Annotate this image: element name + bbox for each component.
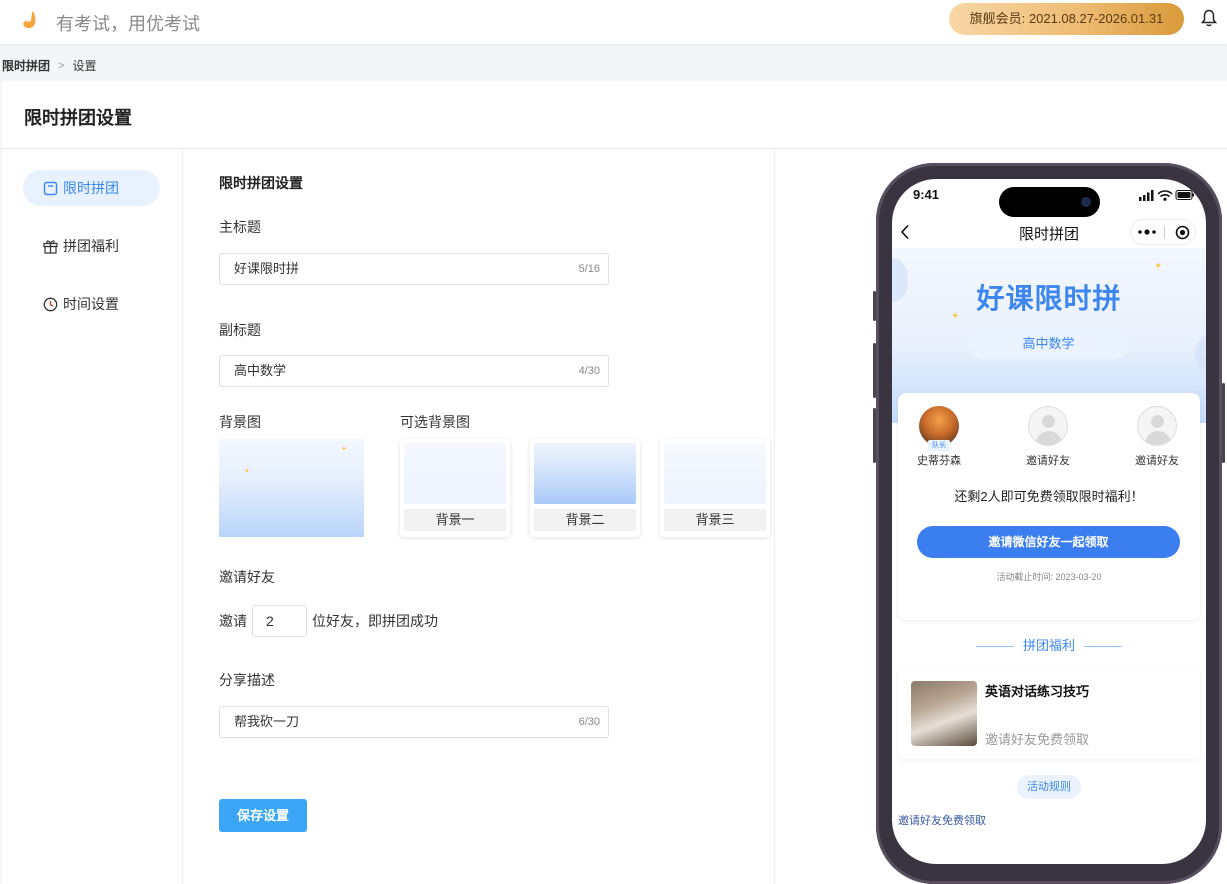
sidebar-item-label: 拼团福利: [63, 238, 119, 254]
course-subtitle: 邀请好友免费领取: [985, 732, 1090, 747]
app-slogan: 有考试，用优考试: [56, 14, 200, 34]
breadcrumb-item-group-buy[interactable]: 限时拼团: [2, 57, 50, 74]
avatar-placeholder-icon: [1137, 406, 1177, 446]
breadcrumb: 限时拼团 > 设置: [2, 57, 96, 74]
mini-program-nav: 限时拼团: [892, 217, 1206, 247]
background-option-3[interactable]: 背景三: [660, 439, 770, 537]
logo-icon: [23, 11, 36, 29]
top-bar: 有考试，用优考试 旗舰会员: 2021.08.27-2026.01.31: [0, 0, 1227, 44]
background-thumbnail: [664, 443, 766, 504]
background-option-label: 背景一: [404, 509, 506, 531]
sidebar-item-label: 限时拼团: [63, 180, 119, 196]
activity-deadline: 活动截止时间: 2023-03-20: [996, 572, 1102, 582]
avatar-placeholder-icon: [1028, 406, 1068, 446]
vip-membership-badge[interactable]: 旗舰会员: 2021.08.27-2026.01.31: [949, 3, 1184, 35]
main-title-label: 主标题: [219, 219, 261, 235]
main-title-value: 好课限时拼: [234, 261, 300, 276]
sidebar-item-group-buy[interactable]: 限时拼团: [23, 170, 160, 206]
capsule-divider: [1164, 226, 1165, 239]
status-icons: [1139, 190, 1194, 201]
phone-side-button: [873, 291, 876, 321]
member-name: 邀请好友: [1135, 455, 1179, 467]
wifi-icon: [1157, 190, 1173, 201]
main-title-input[interactable]: 好课限时拼 5/16: [219, 253, 609, 285]
decorative-glow: [1195, 336, 1206, 372]
close-circle-icon[interactable]: [1175, 225, 1190, 240]
background-option-1[interactable]: 背景一: [400, 439, 510, 537]
battery-icon: [1175, 190, 1194, 200]
settings-form: 限时拼团设置 主标题 好课限时拼 5/16 副标题 高中数学 4/30 背景图 …: [184, 149, 775, 884]
sparkle-icon: ✦: [1154, 261, 1163, 272]
status-bar-time: 9:41: [913, 187, 940, 202]
background-option-2[interactable]: 背景二: [530, 439, 640, 537]
camera-icon: [1081, 197, 1091, 207]
background-option-label: 背景三: [664, 509, 766, 531]
background-options-label: 可选背景图: [400, 414, 470, 430]
remaining-members-text: 还剩2人即可免费领取限时福利！: [954, 489, 1144, 504]
share-description-input[interactable]: 帮我砍一刀 6/30: [219, 706, 609, 738]
course-card[interactable]: 英语对话练习技巧 邀请好友免费领取: [898, 668, 1200, 759]
main-title-char-count: 5/16: [578, 263, 600, 275]
calendar-icon: [43, 181, 58, 195]
divider-line: [1083, 646, 1122, 648]
hero-title: 好课限时拼: [976, 283, 1122, 314]
sidebar-item-benefits[interactable]: 拼团福利: [23, 228, 160, 264]
member-leader: 队长 史蒂芬森: [909, 406, 969, 468]
background-thumbnail: [404, 443, 506, 504]
form-section-title: 限时拼团设置: [219, 175, 303, 191]
share-description-value: 帮我砍一刀: [234, 714, 300, 729]
member-slot-invite[interactable]: 邀请好友: [1018, 406, 1078, 468]
invite-friends-label: 邀请好友: [219, 569, 275, 585]
breadcrumb-item-settings: 设置: [72, 59, 97, 73]
course-title: 英语对话练习技巧: [985, 684, 1090, 699]
background-label: 背景图: [219, 414, 261, 430]
hero-subtitle: 高中数学: [968, 328, 1129, 359]
phone-preview: 9:41 限时拼团 ✦ ✦ 好课限时拼 高中数学 队长 史蒂芬森 邀请好友 邀请…: [873, 163, 1225, 884]
signal-icon: [1139, 190, 1154, 201]
sidebar-item-label: 时间设置: [63, 296, 119, 312]
sparkle-icon: ✦: [244, 468, 250, 475]
sidebar-item-time-settings[interactable]: 时间设置: [23, 286, 160, 322]
invite-prefix: 邀请: [219, 613, 247, 629]
invite-count-input[interactable]: 2: [252, 605, 307, 637]
background-thumbnail: [534, 443, 636, 504]
page-title: 限时拼团设置: [24, 108, 132, 128]
dynamic-island: [999, 187, 1100, 217]
footer-text: 邀请好友免费领取: [898, 815, 986, 827]
sub-title-input[interactable]: 高中数学 4/30: [219, 355, 609, 387]
phone-screen: 9:41 限时拼团 ✦ ✦ 好课限时拼 高中数学 队长 史蒂芬森 邀请好友 邀请…: [892, 179, 1206, 864]
benefits-section-title: 拼团福利: [892, 635, 1206, 654]
sub-title-value: 高中数学: [234, 363, 287, 378]
phone-side-button: [873, 408, 876, 463]
course-thumbnail: [911, 681, 977, 746]
share-description-char-count: 6/30: [578, 716, 600, 728]
bell-icon[interactable]: [1201, 9, 1217, 27]
invite-count-row: 邀请 2 位好友，即拼团成功: [219, 605, 438, 637]
member-slot-invite[interactable]: 邀请好友: [1127, 406, 1187, 468]
selected-background-preview: ✦ ✦: [219, 439, 364, 537]
clock-icon: [43, 297, 58, 311]
avatar: 队长: [919, 406, 959, 451]
more-icon[interactable]: [1137, 228, 1157, 236]
invite-wechat-friends-button[interactable]: 邀请微信好友一起领取: [917, 526, 1180, 558]
divider-line: [976, 646, 1015, 648]
settings-sidebar: 限时拼团 拼团福利 时间设置: [2, 149, 183, 884]
sub-title-char-count: 4/30: [578, 365, 600, 377]
activity-rules-button[interactable]: 活动规则: [1017, 775, 1081, 799]
share-description-label: 分享描述: [219, 672, 275, 688]
phone-side-button: [873, 343, 876, 398]
gift-icon: [43, 239, 58, 254]
member-name: 史蒂芬森: [917, 455, 961, 467]
member-name: 邀请好友: [1026, 455, 1070, 467]
group-progress-card: 队长 史蒂芬森 邀请好友 邀请好友 还剩2人即可免费领取限时福利！ 邀请微信好友…: [898, 393, 1200, 620]
chevron-right-icon: >: [58, 59, 65, 72]
save-button[interactable]: 保存设置: [219, 799, 307, 832]
leader-badge: 队长: [928, 440, 950, 451]
sparkle-icon: ✦: [341, 446, 347, 453]
background-option-label: 背景二: [534, 509, 636, 531]
sub-title-label: 副标题: [219, 322, 261, 338]
mini-program-capsule[interactable]: [1130, 219, 1196, 245]
invite-suffix: 位好友，即拼团成功: [312, 613, 438, 629]
phone-side-button: [1222, 383, 1225, 463]
